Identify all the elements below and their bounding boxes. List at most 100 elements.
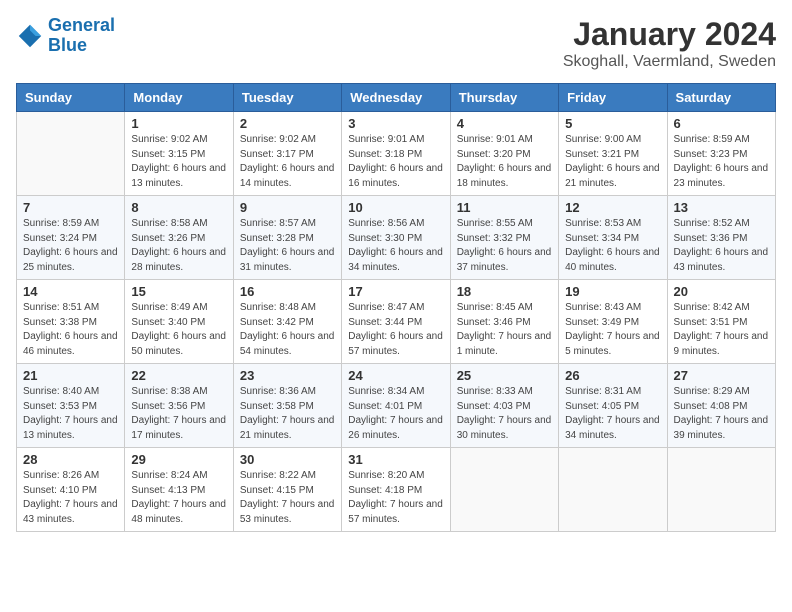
logo-line1: General [48,15,115,35]
calendar-cell: 5 Sunrise: 9:00 AMSunset: 3:21 PMDaylight… [559,112,667,196]
calendar-cell: 12Sunrise: 8:53 AMSunset: 3:34 PMDayligh… [559,196,667,280]
day-info: Sunrise: 8:22 AMSunset: 4:15 PMDaylight:… [240,469,335,527]
calendar-cell [559,448,667,532]
day-info: Sunrise: 8:34 AMSunset: 4:01 PMDaylight:… [348,385,443,443]
header-monday: Monday [125,84,233,112]
day-number: 4 [457,116,552,131]
logo-icon [16,22,44,50]
calendar-cell: 7Sunrise: 8:59 AMSunset: 3:24 PMDaylight… [17,196,125,280]
calendar-cell [17,112,125,196]
calendar-cell [450,448,558,532]
calendar-cell: 17 Sunrise: 8:47 AMSunset: 3:44 PMDayligh… [342,280,450,364]
day-number: 12 [565,200,660,215]
calendar-cell: 26Sunrise: 8:31 AMSunset: 4:05 PMDayligh… [559,364,667,448]
day-info: Sunrise: 8:56 AMSunset: 3:30 PMDaylight:… [348,217,443,275]
day-number: 11 [457,200,552,215]
day-info: Sunrise: 8:38 AMSunset: 3:56 PMDaylight:… [131,385,226,443]
header-saturday: Saturday [667,84,775,112]
day-info: Sunrise: 8:31 AMSunset: 4:05 PMDaylight:… [565,385,660,443]
day-number: 20 [674,284,769,299]
calendar-cell [667,448,775,532]
day-number: 22 [131,368,226,383]
calendar-cell: 30Sunrise: 8:22 AMSunset: 4:15 PMDayligh… [233,448,341,532]
day-info: Sunrise: 9:02 AMSunset: 3:15 PMDaylight:… [131,133,226,191]
header-thursday: Thursday [450,84,558,112]
calendar-week-3: 21Sunrise: 8:40 AMSunset: 3:53 PMDayligh… [17,364,776,448]
calendar-cell: 1Sunrise: 9:02 AMSunset: 3:15 PMDaylight… [125,112,233,196]
day-number: 19 [565,284,660,299]
calendar-cell: 6 Sunrise: 8:59 AMSunset: 3:23 PMDaylight… [667,112,775,196]
day-info: Sunrise: 8:36 AMSunset: 3:58 PMDaylight:… [240,385,335,443]
calendar-week-4: 28Sunrise: 8:26 AMSunset: 4:10 PMDayligh… [17,448,776,532]
day-number: 27 [674,368,769,383]
calendar-cell: 15 Sunrise: 8:49 AMSunset: 3:40 PMDayligh… [125,280,233,364]
day-info: Sunrise: 9:01 AMSunset: 3:18 PMDaylight:… [348,133,443,191]
day-info: Sunrise: 8:42 AMSunset: 3:51 PMDaylight:… [674,301,769,359]
day-info: Sunrise: 8:52 AMSunset: 3:36 PMDaylight:… [674,217,769,275]
day-number: 13 [674,200,769,215]
day-number: 8 [131,200,226,215]
calendar-cell: 8Sunrise: 8:58 AMSunset: 3:26 PMDaylight… [125,196,233,280]
day-info: Sunrise: 8:29 AMSunset: 4:08 PMDaylight:… [674,385,769,443]
calendar-cell: 28Sunrise: 8:26 AMSunset: 4:10 PMDayligh… [17,448,125,532]
day-info: Sunrise: 8:40 AMSunset: 3:53 PMDaylight:… [23,385,118,443]
day-number: 2 [240,116,335,131]
day-number: 29 [131,452,226,467]
calendar-cell: 13 Sunrise: 8:52 AMSunset: 3:36 PMDayligh… [667,196,775,280]
day-info: Sunrise: 8:48 AMSunset: 3:42 PMDaylight:… [240,301,335,359]
day-info: Sunrise: 8:24 AMSunset: 4:13 PMDaylight:… [131,469,226,527]
day-number: 6 [674,116,769,131]
day-info: Sunrise: 8:20 AMSunset: 4:18 PMDaylight:… [348,469,443,527]
day-info: Sunrise: 8:57 AMSunset: 3:28 PMDaylight:… [240,217,335,275]
day-info: Sunrise: 9:00 AMSunset: 3:21 PMDaylight:… [565,133,660,191]
calendar-cell: 16 Sunrise: 8:48 AMSunset: 3:42 PMDayligh… [233,280,341,364]
day-info: Sunrise: 8:47 AMSunset: 3:44 PMDaylight:… [348,301,443,359]
month-title: January 2024 [563,16,776,53]
day-info: Sunrise: 9:02 AMSunset: 3:17 PMDaylight:… [240,133,335,191]
day-number: 31 [348,452,443,467]
day-info: Sunrise: 8:59 AMSunset: 3:23 PMDaylight:… [674,133,769,191]
calendar-cell: 21Sunrise: 8:40 AMSunset: 3:53 PMDayligh… [17,364,125,448]
calendar-cell: 14 Sunrise: 8:51 AMSunset: 3:38 PMDayligh… [17,280,125,364]
day-info: Sunrise: 8:55 AMSunset: 3:32 PMDaylight:… [457,217,552,275]
day-number: 18 [457,284,552,299]
day-info: Sunrise: 8:49 AMSunset: 3:40 PMDaylight:… [131,301,226,359]
day-number: 23 [240,368,335,383]
day-number: 16 [240,284,335,299]
day-number: 7 [23,200,118,215]
day-number: 5 [565,116,660,131]
page-header: General Blue January 2024 Skoghall, Vaer… [16,16,776,71]
logo-line2: Blue [48,35,87,55]
calendar-cell: 23 Sunrise: 8:36 AMSunset: 3:58 PMDayligh… [233,364,341,448]
day-info: Sunrise: 9:01 AMSunset: 3:20 PMDaylight:… [457,133,552,191]
header-friday: Friday [559,84,667,112]
header-sunday: Sunday [17,84,125,112]
day-number: 28 [23,452,118,467]
calendar-cell: 11 Sunrise: 8:55 AMSunset: 3:32 PMDayligh… [450,196,558,280]
header-tuesday: Tuesday [233,84,341,112]
calendar-cell: 2 Sunrise: 9:02 AMSunset: 3:17 PMDaylight… [233,112,341,196]
day-number: 10 [348,200,443,215]
calendar-cell: 18 Sunrise: 8:45 AMSunset: 3:46 PMDayligh… [450,280,558,364]
calendar-cell: 10 Sunrise: 8:56 AMSunset: 3:30 PMDayligh… [342,196,450,280]
day-info: Sunrise: 8:45 AMSunset: 3:46 PMDaylight:… [457,301,552,359]
title-block: January 2024 Skoghall, Vaermland, Sweden [563,16,776,71]
day-info: Sunrise: 8:33 AMSunset: 4:03 PMDaylight:… [457,385,552,443]
calendar-week-1: 7Sunrise: 8:59 AMSunset: 3:24 PMDaylight… [17,196,776,280]
calendar-header-row: SundayMondayTuesdayWednesdayThursdayFrid… [17,84,776,112]
day-number: 15 [131,284,226,299]
day-number: 24 [348,368,443,383]
day-info: Sunrise: 8:51 AMSunset: 3:38 PMDaylight:… [23,301,118,359]
calendar-cell: 4 Sunrise: 9:01 AMSunset: 3:20 PMDaylight… [450,112,558,196]
logo: General Blue [16,16,115,56]
logo-text: General Blue [48,16,115,56]
day-number: 3 [348,116,443,131]
day-number: 9 [240,200,335,215]
header-wednesday: Wednesday [342,84,450,112]
day-number: 17 [348,284,443,299]
calendar-cell: 25Sunrise: 8:33 AMSunset: 4:03 PMDayligh… [450,364,558,448]
calendar-cell: 29 Sunrise: 8:24 AMSunset: 4:13 PMDayligh… [125,448,233,532]
calendar-week-0: 1Sunrise: 9:02 AMSunset: 3:15 PMDaylight… [17,112,776,196]
day-info: Sunrise: 8:43 AMSunset: 3:49 PMDaylight:… [565,301,660,359]
day-number: 14 [23,284,118,299]
